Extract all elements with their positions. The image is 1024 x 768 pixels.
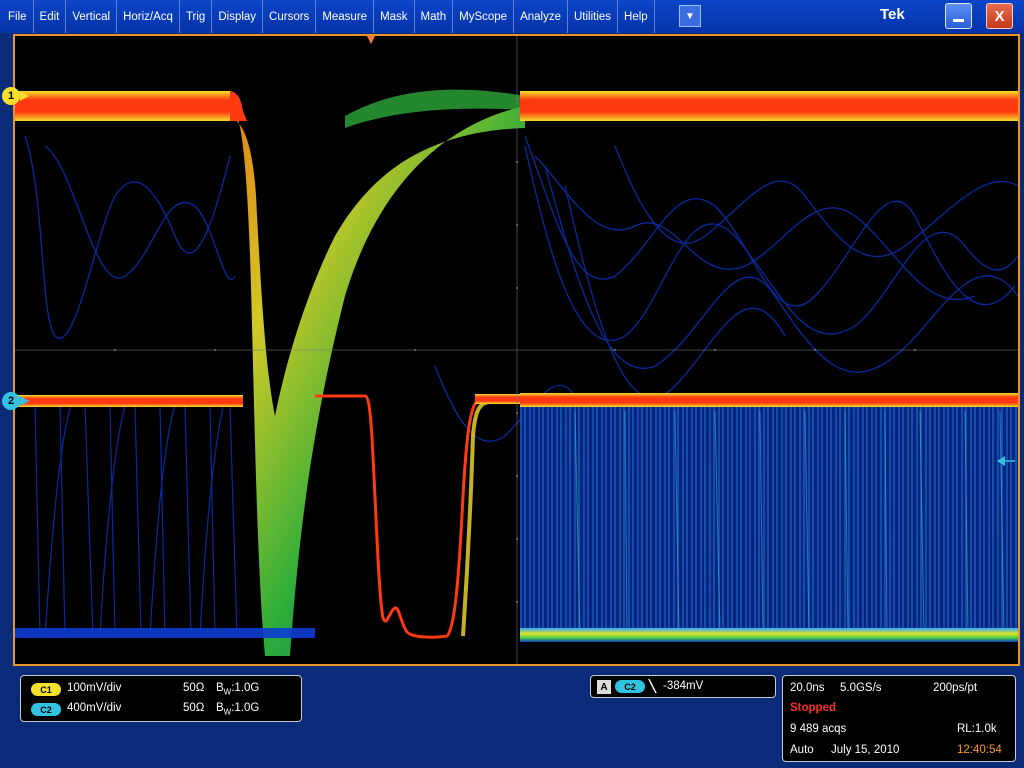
sample-rate: 5.0GS/s [840, 682, 882, 694]
trigger-mode-badge: A [597, 680, 611, 694]
ch2-dense-stripes [520, 406, 1018, 636]
menu-vertical[interactable]: Vertical [66, 0, 118, 33]
ch1-scale[interactable]: 100mV/div [67, 682, 121, 694]
ch2-persistence-noise [34, 405, 238, 637]
timebase[interactable]: 20.0ns [790, 682, 825, 694]
ch2-badge[interactable]: C2 [31, 703, 61, 716]
tek-logo: Tek [880, 6, 905, 23]
menu-trig[interactable]: Trig [180, 0, 213, 33]
menu-myscope[interactable]: MyScope [453, 0, 515, 33]
waveform-display[interactable] [13, 34, 1020, 666]
waveform-plot [15, 36, 1018, 664]
ch2-trace-left [15, 395, 243, 407]
ch2-trace-right [520, 393, 1018, 407]
record-length: RL:1.0k [957, 723, 997, 735]
trigger-level[interactable]: -384mV [663, 680, 703, 692]
ch2-reference-marker[interactable]: 2 [2, 392, 20, 410]
chevron-down-icon: ▼ [685, 10, 695, 22]
menu-bar: File Edit Vertical Horiz/Acq Trig Displa… [0, 0, 1024, 33]
menu-dropdown-button[interactable]: ▼ [679, 5, 701, 27]
ch1-badge[interactable]: C1 [31, 683, 61, 696]
ch1-bandwidth: BW:1.0G [216, 682, 260, 697]
menu-cursors[interactable]: Cursors [263, 0, 317, 33]
trigger-readout-panel[interactable]: A C2 ╲ -384mV [590, 675, 776, 698]
ch1-falling-edge [230, 91, 247, 121]
close-icon: X [994, 7, 1005, 25]
menu-utilities[interactable]: Utilities [568, 0, 619, 33]
menu-analyze[interactable]: Analyze [514, 0, 568, 33]
ch2-pulse-trace [315, 394, 520, 639]
ch1-impedance: 50Ω [183, 682, 205, 694]
menu-horiz-acq[interactable]: Horiz/Acq [117, 0, 180, 33]
vertical-readout-panel[interactable]: C1 100mV/div 50Ω BW:1.0G C2 400mV/div 50… [20, 675, 302, 722]
ch1-arrow-icon [20, 91, 29, 101]
trigger-mode: Auto [790, 744, 814, 756]
menu-help[interactable]: Help [618, 0, 655, 33]
horizontal-readout-panel[interactable]: 20.0ns 5.0GS/s 200ps/pt Stopped 9 489 ac… [782, 675, 1016, 762]
acquisition-count: 9 489 acqs [790, 723, 847, 735]
resolution: 200ps/pt [933, 682, 978, 694]
menu-mask[interactable]: Mask [374, 0, 415, 33]
ch1-trace-left [15, 91, 230, 121]
close-button[interactable]: X [986, 3, 1013, 29]
menu-display[interactable]: Display [212, 0, 264, 33]
ch2-scale[interactable]: 400mV/div [67, 702, 121, 714]
ch2-bandwidth: BW:1.0G [216, 702, 260, 717]
time: 12:40:54 [957, 744, 1002, 756]
ch1-reference-marker[interactable]: 1 [2, 87, 20, 105]
ch2-low-band [520, 628, 1018, 642]
ch2-impedance: 50Ω [183, 702, 205, 714]
menu-measure[interactable]: Measure [316, 0, 375, 33]
menu-edit[interactable]: Edit [34, 0, 67, 33]
menu-math[interactable]: Math [415, 0, 454, 33]
trigger-position-marker[interactable] [367, 36, 375, 44]
minimize-button[interactable] [945, 3, 972, 29]
menu-file[interactable]: File [0, 0, 34, 33]
ch2-arrow-icon [20, 396, 29, 406]
falling-slope-icon: ╲ [649, 681, 656, 693]
acquisition-status: Stopped [790, 702, 836, 714]
trigger-source-badge: C2 [615, 680, 645, 693]
ch1-trace-right [520, 91, 1018, 121]
date: July 15, 2010 [831, 744, 900, 756]
